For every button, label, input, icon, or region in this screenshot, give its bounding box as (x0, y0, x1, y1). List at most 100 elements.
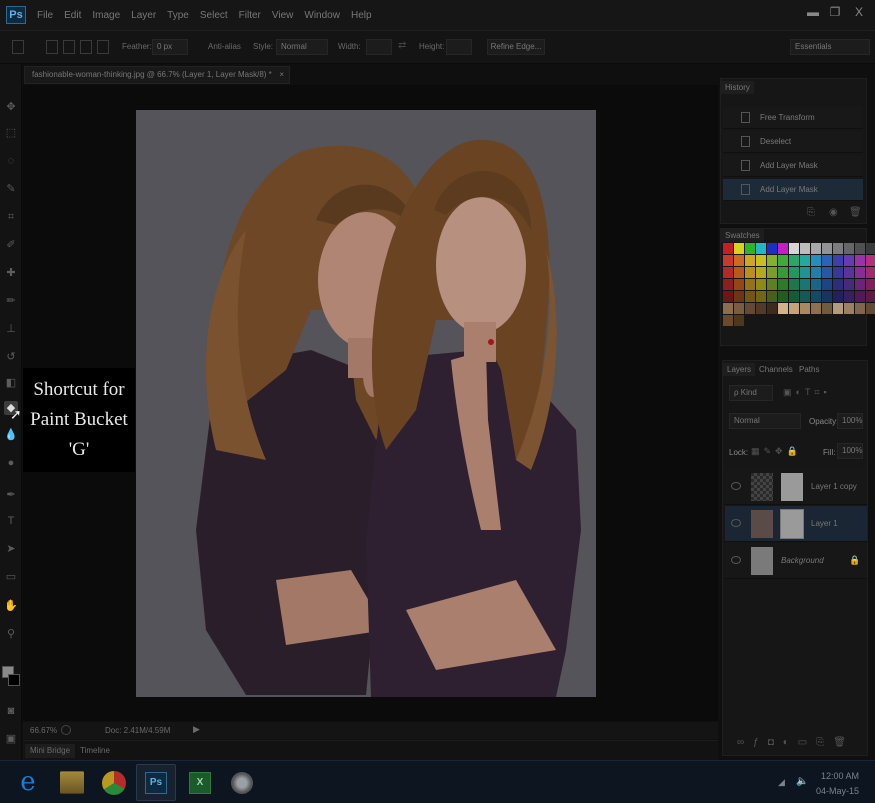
camera-icon[interactable]: ◉ (829, 207, 838, 218)
color-swatch[interactable] (855, 279, 865, 290)
color-swatch[interactable] (800, 255, 810, 266)
menu-select[interactable]: Select (200, 10, 228, 21)
layer-name[interactable]: Background (781, 556, 824, 565)
color-swatch[interactable] (723, 303, 733, 314)
color-swatch[interactable] (822, 267, 832, 278)
color-swatch[interactable] (745, 291, 755, 302)
color-swatch[interactable] (866, 267, 875, 278)
color-swatch[interactable] (723, 255, 733, 266)
color-swatch[interactable] (833, 255, 843, 266)
color-swatch[interactable] (844, 267, 854, 278)
healing-brush-tool-icon[interactable]: ✚ (4, 266, 18, 280)
restore-button[interactable]: ❐ (826, 4, 844, 20)
color-swatch[interactable] (734, 315, 744, 326)
add-selection-icon[interactable] (63, 40, 75, 54)
move-tool-icon[interactable]: ✥ (4, 100, 18, 114)
excel-icon[interactable]: X (180, 764, 220, 801)
color-swatch[interactable] (855, 291, 865, 302)
color-swatch[interactable] (800, 267, 810, 278)
color-swatch[interactable] (866, 291, 875, 302)
marquee-preset-icon[interactable] (12, 40, 24, 54)
brush-tool-icon[interactable]: ✏ (4, 294, 18, 308)
color-swatch[interactable] (756, 279, 766, 290)
layer-kind-filter[interactable]: ρ Kind (729, 385, 773, 401)
layer-filter-icons[interactable]: ▣◐T⌗▪ (783, 387, 831, 398)
color-swatch[interactable] (822, 255, 832, 266)
taskbar-time[interactable]: 12:00 AM (821, 771, 859, 781)
dodge-tool-icon[interactable]: ● (4, 456, 18, 470)
opacity-input[interactable]: 100% (837, 413, 863, 429)
style-select[interactable]: Normal (276, 39, 328, 55)
color-swatch[interactable] (734, 243, 744, 254)
color-swatch[interactable] (811, 291, 821, 302)
color-swatch[interactable] (844, 303, 854, 314)
color-swatch[interactable] (811, 243, 821, 254)
clone-stamp-tool-icon[interactable]: ⊥ (4, 322, 18, 336)
layer-name[interactable]: Layer 1 copy (811, 482, 857, 491)
tab-mini-bridge[interactable]: Mini Bridge (25, 744, 76, 758)
menu-edit[interactable]: Edit (64, 10, 81, 21)
color-swatch[interactable] (756, 255, 766, 266)
color-swatch[interactable] (822, 243, 832, 254)
chrome-icon[interactable] (94, 764, 134, 801)
color-swatch[interactable] (745, 279, 755, 290)
layer-row[interactable]: Layer 1 copy (725, 469, 867, 505)
path-select-tool-icon[interactable]: ➤ (4, 542, 18, 556)
color-swatch[interactable] (844, 279, 854, 290)
color-swatch[interactable] (778, 267, 788, 278)
feather-input[interactable]: 0 px (152, 39, 188, 55)
status-expand-icon[interactable]: ▶ (193, 724, 200, 735)
color-swatch[interactable] (844, 291, 854, 302)
blur-tool-icon[interactable]: 💧 (4, 428, 18, 442)
color-swatch[interactable] (778, 255, 788, 266)
taskbar-date[interactable]: 04-May-15 (816, 786, 859, 796)
zoom-tool-icon[interactable]: ⚲ (4, 627, 18, 641)
color-swatch[interactable] (844, 243, 854, 254)
color-swatch[interactable] (767, 279, 777, 290)
eraser-tool-icon[interactable]: ◧ (4, 376, 18, 390)
close-button[interactable]: X (850, 4, 868, 20)
color-swatch[interactable] (844, 255, 854, 266)
color-swatch[interactable] (745, 255, 755, 266)
color-swatch[interactable] (756, 243, 766, 254)
color-swatch[interactable] (855, 255, 865, 266)
color-swatch[interactable] (723, 291, 733, 302)
color-swatch[interactable] (822, 291, 832, 302)
color-swatch[interactable] (756, 291, 766, 302)
color-swatch[interactable] (734, 279, 744, 290)
file-explorer-icon[interactable] (60, 771, 84, 794)
color-swatch[interactable] (723, 243, 733, 254)
status-options-icon[interactable] (61, 725, 71, 735)
color-swatch[interactable] (789, 279, 799, 290)
layer-name[interactable]: Layer 1 (811, 519, 838, 528)
lock-icons[interactable]: ▦✎✥🔒 (751, 446, 802, 457)
tab-swatches[interactable]: Swatches (721, 229, 764, 242)
history-item[interactable]: Deselect (723, 131, 863, 153)
menu-help[interactable]: Help (351, 10, 372, 21)
color-swatch[interactable] (833, 267, 843, 278)
color-swatch[interactable] (811, 279, 821, 290)
volume-icon[interactable]: 🔈 (796, 776, 808, 787)
tab-paths[interactable]: Paths (795, 363, 823, 376)
visibility-eye-icon[interactable] (731, 519, 741, 527)
pen-tool-icon[interactable]: ✒ (4, 488, 18, 502)
color-swatch[interactable] (866, 303, 875, 314)
color-swatch[interactable] (767, 291, 777, 302)
color-swatch[interactable] (789, 291, 799, 302)
background-color-swatch[interactable] (8, 674, 20, 686)
color-swatch[interactable] (866, 279, 875, 290)
close-tab-icon[interactable]: × (279, 67, 284, 83)
quick-select-tool-icon[interactable]: ✎ (4, 182, 18, 196)
color-swatch[interactable] (734, 267, 744, 278)
menu-view[interactable]: View (272, 10, 294, 21)
layer-mask-thumbnail[interactable] (780, 509, 804, 539)
color-swatch[interactable] (855, 267, 865, 278)
color-swatch[interactable] (745, 267, 755, 278)
color-swatch[interactable] (833, 303, 843, 314)
color-swatch[interactable] (822, 303, 832, 314)
visibility-eye-icon[interactable] (731, 556, 741, 564)
new-selection-icon[interactable] (46, 40, 58, 54)
color-swatch[interactable] (734, 255, 744, 266)
layer-row[interactable]: Layer 1 (725, 506, 867, 542)
layer-footer-icons[interactable]: ∞ƒ◘◐▭⎘🗑 (737, 737, 855, 748)
